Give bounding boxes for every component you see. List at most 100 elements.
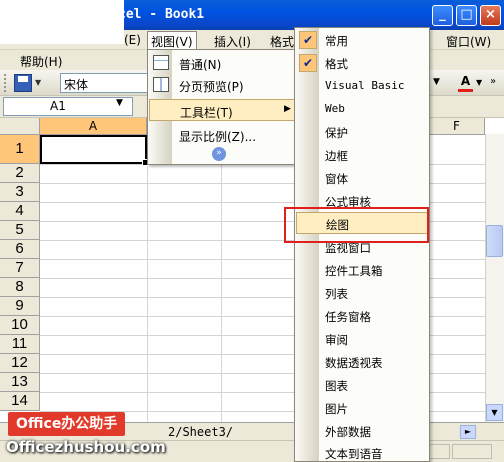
name-box[interactable]: A1 [3, 97, 133, 116]
row-header[interactable]: 4 [0, 202, 40, 221]
page-break-preview-icon [153, 77, 169, 92]
row-header[interactable]: 12 [0, 354, 40, 373]
toolbar-item-reviewing[interactable]: 审阅 [296, 328, 429, 350]
menu-item-label: 文本到语音 [325, 447, 383, 461]
menu-item-label: 分页预览(P) [179, 80, 244, 94]
watermark-url: Officezhushou.com [6, 438, 166, 456]
row-header[interactable]: 5 [0, 221, 40, 240]
column-header-f[interactable]: F [429, 118, 485, 135]
row-header[interactable]: 6 [0, 240, 40, 259]
grid-line [40, 259, 504, 260]
expand-menu-icon[interactable]: » [212, 147, 226, 161]
annotation-highlight-box [284, 207, 429, 243]
grid-line [40, 297, 504, 298]
grid-line [40, 278, 504, 279]
row-header-1[interactable]: 1 [0, 135, 40, 164]
row-header[interactable]: 7 [0, 259, 40, 278]
menu-item-label: 普通(N) [179, 58, 222, 72]
submenu-arrow-icon: ▶ [284, 104, 291, 114]
toolbar-grip[interactable] [4, 74, 7, 92]
vertical-scrollbar[interactable] [485, 134, 504, 422]
grid-line [40, 202, 504, 203]
menu-item-label: 边框 [325, 149, 348, 163]
status-segment [452, 444, 492, 459]
row-header[interactable]: 14 [0, 392, 40, 411]
active-cell-a1[interactable] [40, 135, 149, 166]
toolbar-item-protection[interactable]: 保护 [296, 121, 429, 143]
row-header[interactable]: 3 [0, 183, 40, 202]
select-all-corner[interactable] [0, 118, 40, 135]
vertical-scroll-thumb[interactable] [486, 225, 503, 257]
grid-line [40, 335, 504, 336]
menu-item-label: 控件工具箱 [325, 264, 383, 278]
font-color-dropdown-icon[interactable]: ▼ [476, 78, 482, 87]
view-menu-item-zoom[interactable]: 显示比例(Z)... [149, 124, 296, 146]
menu-item-label: 列表 [325, 287, 348, 301]
grid-line [40, 316, 504, 317]
name-box-dropdown-icon[interactable]: ▼ [116, 98, 123, 108]
toolbar-item-task-pane[interactable]: 任务窗格 [296, 305, 429, 327]
grid-line [147, 135, 148, 422]
save-icon[interactable] [14, 74, 32, 92]
menu-help[interactable]: 帮助(H) [20, 53, 62, 70]
menu-edit[interactable]: (E) [124, 33, 141, 47]
font-name-box[interactable]: 宋体 [60, 73, 150, 93]
toolbar-item-formatting[interactable]: ✔ 格式 [296, 52, 429, 74]
menu-item-label: 窗体 [325, 172, 348, 186]
row-header[interactable]: 13 [0, 373, 40, 392]
view-menu-item-normal[interactable]: 普通(N) [149, 52, 296, 74]
grid-line [40, 240, 504, 241]
view-menu-item-page-break-preview[interactable]: 分页预览(P) [149, 74, 296, 96]
toolbar-item-borders[interactable]: 边框 [296, 144, 429, 166]
menu-item-label: 图片 [325, 402, 348, 416]
window-title: cel - Book1 [118, 7, 205, 22]
toolbar-item-standard[interactable]: ✔ 常用 [296, 29, 429, 51]
row-header[interactable]: 9 [0, 297, 40, 316]
toolbar-item-external-data[interactable]: 外部数据 [296, 420, 429, 442]
menu-view[interactable]: 视图(V) [147, 31, 197, 50]
toolbar-more-icon[interactable]: » [490, 76, 496, 87]
toolbars-submenu: ✔ 常用 ✔ 格式 Visual Basic Web 保护 边框 窗体 公式审核… [294, 27, 430, 462]
name-box-value: A1 [50, 99, 66, 113]
menu-item-label: 工具栏(T) [180, 106, 233, 120]
toolbar-item-picture[interactable]: 图片 [296, 397, 429, 419]
row-header[interactable]: 2 [0, 164, 40, 183]
scroll-right-icon[interactable]: ► [460, 425, 476, 439]
excel-window: cel - Book1 _ □ × (E) 视图(V) 插入(I) 格式 窗口(… [0, 0, 504, 462]
grid-line [40, 392, 504, 393]
maximize-button[interactable]: □ [456, 5, 477, 26]
toolbar-item-pivot-table[interactable]: 数据透视表 [296, 351, 429, 373]
row-header[interactable]: 11 [0, 335, 40, 354]
toolbar-item-chart[interactable]: 图表 [296, 374, 429, 396]
toolbar-item-text-to-speech[interactable]: 文本到语音 [296, 442, 429, 462]
row-header[interactable]: 10 [0, 316, 40, 335]
toolbar-item-forms[interactable]: 窗体 [296, 167, 429, 189]
title-obscured-area [0, 0, 124, 44]
menu-item-label: 任务窗格 [325, 310, 371, 324]
chevron-down-icon[interactable]: ▼ [35, 78, 41, 87]
toolbar-item-visual-basic[interactable]: Visual Basic [296, 75, 429, 97]
close-button[interactable]: × [480, 5, 501, 26]
menu-item-label: 常用 [325, 34, 348, 48]
column-header-a[interactable]: A [40, 118, 147, 135]
scroll-down-icon[interactable]: ▼ [486, 404, 503, 421]
check-icon: ✔ [299, 54, 317, 72]
grid-line [40, 354, 504, 355]
menu-item-label: 数据透视表 [325, 356, 383, 370]
row-header[interactable]: 8 [0, 278, 40, 297]
menu-insert[interactable]: 插入(I) [214, 33, 251, 50]
menu-item-label: 审阅 [325, 333, 348, 347]
toolbar-options-icon[interactable]: ▼ [433, 77, 440, 87]
minimize-button[interactable]: _ [432, 5, 453, 26]
toolbar-item-list[interactable]: 列表 [296, 282, 429, 304]
toolbar-item-web[interactable]: Web [296, 98, 429, 120]
font-color-icon[interactable]: A [458, 74, 473, 92]
menu-item-label: 图表 [325, 379, 348, 393]
toolbar-item-control-toolbox[interactable]: 控件工具箱 [296, 259, 429, 281]
menu-format[interactable]: 格式 [270, 33, 294, 50]
sheet-tabs[interactable]: 2/Sheet3/ [168, 425, 233, 439]
grid-line [40, 183, 504, 184]
menu-item-label: Web [325, 102, 345, 115]
view-menu-item-toolbars[interactable]: 工具栏(T) ▶ [149, 99, 296, 121]
menu-window[interactable]: 窗口(W) [446, 33, 491, 50]
